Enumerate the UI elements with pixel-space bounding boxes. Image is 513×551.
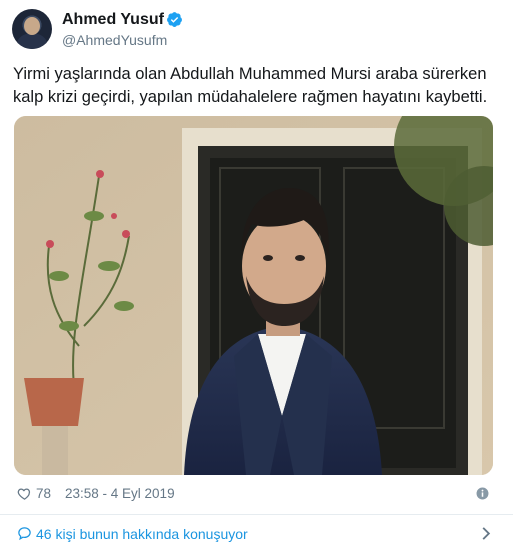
conversation-text: 46 kişi bunun hakkında konuşuyor xyxy=(36,526,248,542)
author-name[interactable]: Ahmed Yusuf xyxy=(62,11,164,29)
heart-icon[interactable] xyxy=(17,486,32,501)
avatar[interactable] xyxy=(12,9,52,49)
info-icon[interactable] xyxy=(476,487,489,500)
chevron-right-icon xyxy=(482,527,491,540)
tweet-meta: 78 23:58 - 4 Eyl 2019 xyxy=(17,484,493,506)
author-handle[interactable]: @AhmedYusufm xyxy=(62,32,167,48)
tweet-text: Yirmi yaşlarında olan Abdullah Muhammed … xyxy=(13,65,488,106)
speech-bubble-icon xyxy=(18,527,31,541)
divider xyxy=(0,514,513,515)
photo-illustration xyxy=(14,116,493,475)
verified-badge-icon xyxy=(167,12,182,27)
tweet-photo[interactable] xyxy=(14,116,493,475)
tweet-header: Ahmed Yusuf @AhmedYusufm xyxy=(12,9,502,53)
like-count: 78 xyxy=(36,486,52,501)
conversation-link[interactable]: 46 kişi bunun hakkında konuşuyor xyxy=(17,524,495,546)
timestamp[interactable]: 23:58 - 4 Eyl 2019 xyxy=(65,486,175,501)
